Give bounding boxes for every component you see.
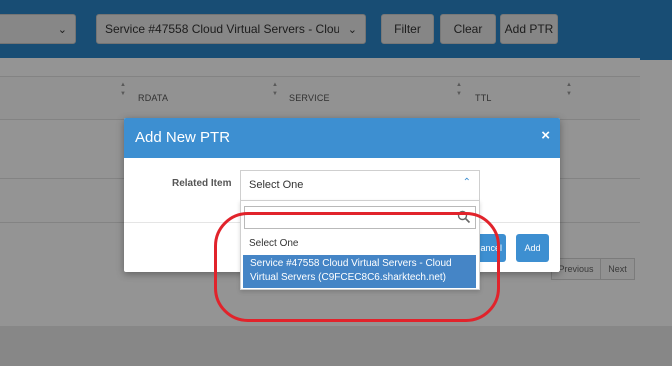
- modal-header: Add New PTR ×: [124, 118, 560, 158]
- red-highlight-annotation: [214, 212, 500, 322]
- related-item-select-value: Select One: [249, 179, 304, 191]
- chevron-up-icon: ⌃: [462, 177, 471, 188]
- modal-title: Add New PTR: [135, 129, 231, 146]
- related-item-select[interactable]: Select One ⌃: [240, 170, 480, 200]
- add-button[interactable]: Add: [516, 234, 549, 262]
- related-item-label: Related Item: [172, 178, 232, 189]
- close-icon[interactable]: ×: [541, 127, 550, 144]
